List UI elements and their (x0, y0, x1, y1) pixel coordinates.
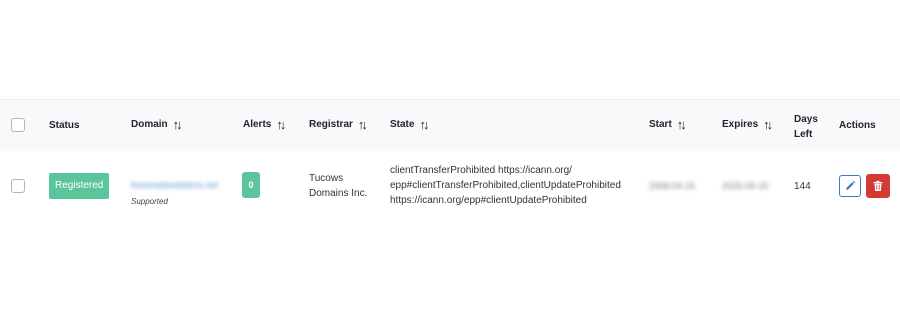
row-checkbox[interactable] (11, 179, 25, 193)
header-expires[interactable]: Expires ↑↓ (722, 117, 773, 132)
alerts-count-badge[interactable]: 0 (242, 172, 260, 198)
header-registrar[interactable]: Registrar ↑↓ (309, 117, 368, 132)
table-header: Status Domain ↑↓ Alerts ↑↓ Registrar ↑↓ Sta… (0, 99, 900, 151)
sort-arrows-icon[interactable]: ↑↓ (173, 117, 183, 132)
sort-arrows-icon[interactable]: ↑↓ (419, 117, 429, 132)
domain-link[interactable]: foreshadowlistens.net (131, 180, 218, 190)
header-domain[interactable]: Domain ↑↓ (131, 117, 183, 132)
state-cell: clientTransferProhibited https://icann.o… (390, 165, 621, 206)
expiry-date: 2025-04-15 (722, 181, 769, 191)
header-status: Status (49, 120, 80, 131)
alerts-cell: 0 (242, 172, 260, 198)
header-state[interactable]: State ↑↓ (390, 117, 429, 132)
registrar-cell: Tucows Domains Inc. (309, 173, 368, 199)
header-alerts[interactable]: Alerts ↑↓ (243, 117, 286, 132)
sort-arrows-icon[interactable]: ↑↓ (677, 117, 687, 132)
sort-arrows-icon[interactable]: ↑↓ (276, 117, 286, 132)
trash-icon (873, 180, 883, 191)
header-start[interactable]: Start ↑↓ (649, 117, 687, 132)
header-days-left: Days Left (794, 114, 818, 140)
delete-button[interactable] (866, 174, 890, 198)
header-actions: Actions (839, 120, 876, 131)
domain-support-note: Supported (131, 197, 168, 206)
edit-button[interactable] (839, 175, 861, 197)
sort-arrows-icon[interactable]: ↑↓ (358, 117, 368, 132)
domain-cell: foreshadowlistens.net Supported (131, 175, 218, 206)
pencil-icon (846, 180, 856, 190)
days-left-value: 144 (794, 181, 811, 192)
status-cell: Registered (49, 173, 110, 199)
domains-table: Status Domain ↑↓ Alerts ↑↓ Registrar ↑↓ Sta… (0, 99, 900, 221)
sort-arrows-icon[interactable]: ↑↓ (763, 117, 773, 132)
start-date: 2008-04-15 (649, 181, 696, 191)
select-all-checkbox[interactable] (11, 118, 25, 132)
table-row: Registered foreshadowlistens.net Support… (0, 151, 900, 221)
status-badge: Registered (49, 173, 110, 199)
